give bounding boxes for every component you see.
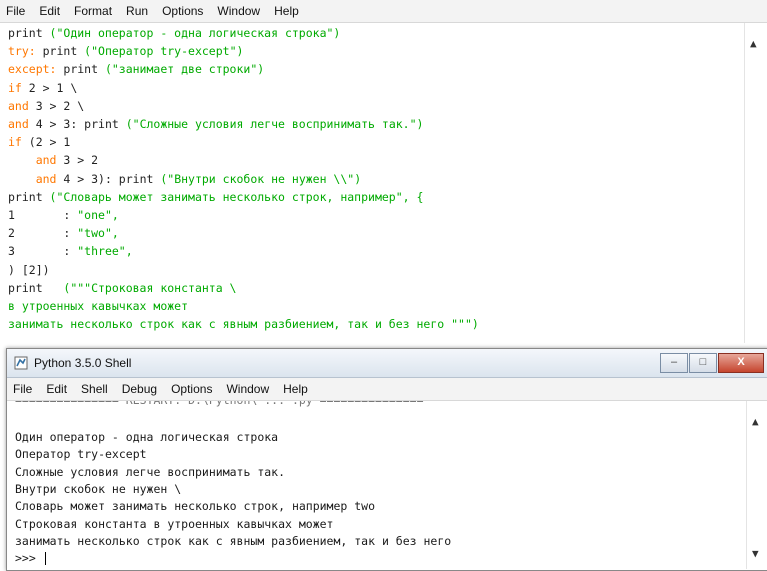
code-line: ) [2]) (8, 262, 50, 277)
editor-menu-edit[interactable]: Edit (32, 4, 67, 18)
code-line: print ("Словарь может занимать несколько… (8, 189, 424, 204)
code-line: try: print ("Оператор try-except") (8, 44, 244, 59)
editor-menu-options[interactable]: Options (155, 4, 210, 18)
editor-menu-format[interactable]: Format (67, 4, 119, 18)
output-line: занимать несколько строк как с явным раз… (15, 533, 452, 548)
code-line: 1 : "one", (8, 208, 119, 222)
output-line: Строковая константа в утроенных кавычках… (15, 516, 334, 531)
code-line: and 4 > 3: print ("Сложные условия легче… (8, 117, 424, 131)
code-line: and 3 > 2 (35, 153, 99, 168)
code-line: if 2 > 1 \ (8, 80, 78, 95)
python-shell-window: Python 3.5.0 Shell – □ X File Edit Shell De… (6, 348, 767, 571)
code-line: занимать несколько строк как с явным раз… (8, 317, 479, 332)
editor-menu-run[interactable]: Run (119, 4, 155, 18)
shell-titlebar[interactable]: Python 3.5.0 Shell – □ X (7, 349, 767, 378)
shell-prompt[interactable]: >>> (15, 550, 46, 567)
maximize-button[interactable]: □ (689, 353, 717, 373)
code-line: and 3 > 2 \ (8, 98, 85, 113)
editor-menu-help[interactable]: Help (267, 4, 306, 18)
code-line: if (2 > 1 (8, 135, 71, 150)
output-line: Один оператор - одна логическая строка (15, 430, 279, 444)
shell-menu-edit[interactable]: Edit (39, 382, 74, 396)
code-line: 3 : "three", (8, 244, 133, 259)
code-line: print ("Один оператор - одна логическая … (8, 26, 341, 40)
output-line: Оператор try-except (15, 447, 147, 462)
shell-menu-window[interactable]: Window (219, 382, 276, 396)
code-line: except: print ("занимает две строки") (8, 62, 265, 77)
close-button[interactable]: X (718, 353, 764, 373)
code-line: в утроенных кавычках может (8, 299, 189, 313)
editor-scrollbar[interactable]: ▲ (744, 23, 767, 343)
code-line: print ("""Строковая константа \ (8, 280, 237, 295)
shell-title: Python 3.5.0 Shell (34, 356, 132, 370)
shell-scrollbar[interactable]: ▲ ▼ (746, 401, 767, 569)
shell-output[interactable]: =============== RESTART: D:\Python\ ... … (7, 401, 746, 569)
code-editor[interactable]: print ("Один оператор - одна логическая … (0, 23, 745, 343)
scroll-up-icon[interactable]: ▲ (752, 415, 759, 428)
shell-menu-debug[interactable]: Debug (115, 382, 164, 396)
shell-menu-options[interactable]: Options (164, 382, 219, 396)
code-line: 2 : "two", (8, 226, 119, 241)
output-line: Словарь может занимать несколько строк, … (15, 499, 376, 514)
output-line: Сложные условия легче воспринимать так. (15, 464, 286, 479)
scroll-down-icon[interactable]: ▼ (752, 547, 759, 560)
shell-menu-help[interactable]: Help (276, 382, 315, 396)
minimize-button[interactable]: – (660, 353, 688, 373)
shell-menu-file[interactable]: File (7, 382, 39, 396)
editor-menu-window[interactable]: Window (210, 4, 267, 18)
editor-menubar: File Edit Format Run Options Window Help (0, 0, 767, 23)
shell-menu-shell[interactable]: Shell (74, 382, 115, 396)
code-line: and 4 > 3): print ("Внутри скобок не нуж… (35, 171, 362, 186)
editor-menu-file[interactable]: File (0, 4, 32, 18)
text-cursor (44, 552, 46, 566)
shell-menubar: File Edit Shell Debug Options Window Help (7, 378, 767, 401)
restart-banner: =============== RESTART: D:\Python\ ... … (15, 401, 424, 409)
python-icon (14, 356, 28, 370)
scroll-up-icon[interactable]: ▲ (750, 37, 757, 50)
output-line: Внутри скобок не нужен \ (15, 481, 182, 496)
